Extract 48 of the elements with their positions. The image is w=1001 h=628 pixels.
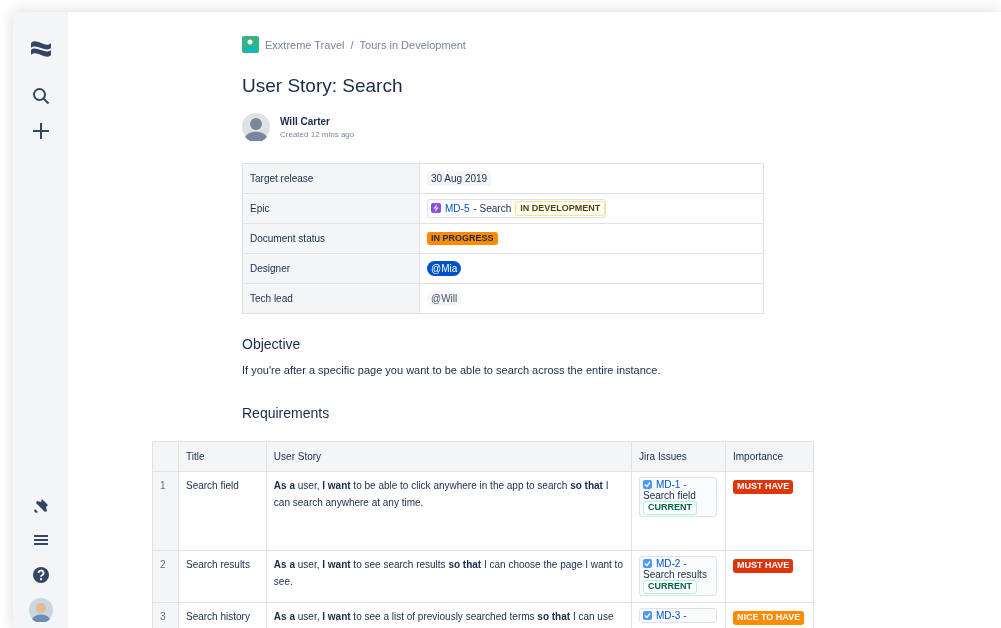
property-label: Target release <box>242 163 420 194</box>
avatar-icon <box>242 113 270 141</box>
date-chip[interactable]: 30 Aug 2019 <box>427 171 492 186</box>
importance-lozenge: MUST HAVE <box>732 559 794 573</box>
section-heading: Requirements <box>242 405 331 421</box>
column-header: Jira Issues <box>631 441 726 472</box>
row-number: 1 <box>152 471 179 551</box>
table-cell: As a user, I want to see search results so that I can choose the page I want to see. <box>266 550 632 603</box>
column-header: Title <box>178 441 267 472</box>
importance-lozenge: NICE TO HAVE <box>732 611 805 625</box>
help-icon[interactable] <box>31 566 50 584</box>
property-label: Tech lead <box>242 283 420 314</box>
table-cell: Search results <box>178 550 267 603</box>
row-number: 3 <box>152 602 179 628</box>
breadcrumb-link[interactable]: Tours in Development <box>359 38 466 51</box>
status-lozenge: IN PROGRESS <box>427 231 498 246</box>
avatar-icon[interactable] <box>28 598 53 622</box>
status-lozenge: CURRENT <box>643 501 697 515</box>
property-label: Designer <box>242 253 420 284</box>
status-lozenge: CURRENT <box>643 580 697 594</box>
issue-card[interactable]: MD-3 - <box>639 608 717 623</box>
importance-lozenge: MUST HAVE <box>732 480 794 494</box>
search-icon[interactable] <box>31 87 50 105</box>
breadcrumb-separator: / <box>350 38 354 51</box>
menu-icon[interactable] <box>33 534 48 546</box>
created-time: Created 12 mins ago <box>280 129 355 139</box>
author-name: Will Carter <box>280 115 331 127</box>
mention-chip[interactable]: @Mia <box>427 261 462 276</box>
issue-card[interactable]: MD-1 - Search field CURRENT <box>639 477 717 517</box>
row-number: 2 <box>152 550 179 603</box>
property-label: Epic <box>242 193 420 224</box>
objective-text: If you're after a specific page you want to be able to search across the entire instance. <box>242 364 662 376</box>
breadcrumb-link[interactable]: Exxtreme Travel <box>265 38 345 51</box>
issue-card[interactable]: MD-2 - Search results CURRENT <box>639 556 717 596</box>
logo-icon[interactable] <box>29 38 52 60</box>
mention-chip[interactable]: @Will <box>427 291 462 306</box>
page-title: User Story: Search <box>242 75 404 97</box>
column-header: Importance <box>725 441 814 472</box>
table-cell: Search field <box>178 471 267 551</box>
table-cell: As a user, I want to be able to click anywhere in the app to search so that I can search anywhere at any time. <box>266 471 632 551</box>
status-lozenge: IN DEVELOPMENT <box>515 200 606 217</box>
issue-chip[interactable]: MD-5 - Search IN DEVELOPMENT <box>427 198 607 219</box>
section-heading: Objective <box>242 336 302 352</box>
lightning-icon <box>431 203 441 214</box>
column-header: User Story <box>266 441 632 472</box>
space-logo-icon[interactable] <box>242 36 259 53</box>
plus-icon[interactable] <box>31 122 50 140</box>
property-label: Document status <box>242 223 420 254</box>
